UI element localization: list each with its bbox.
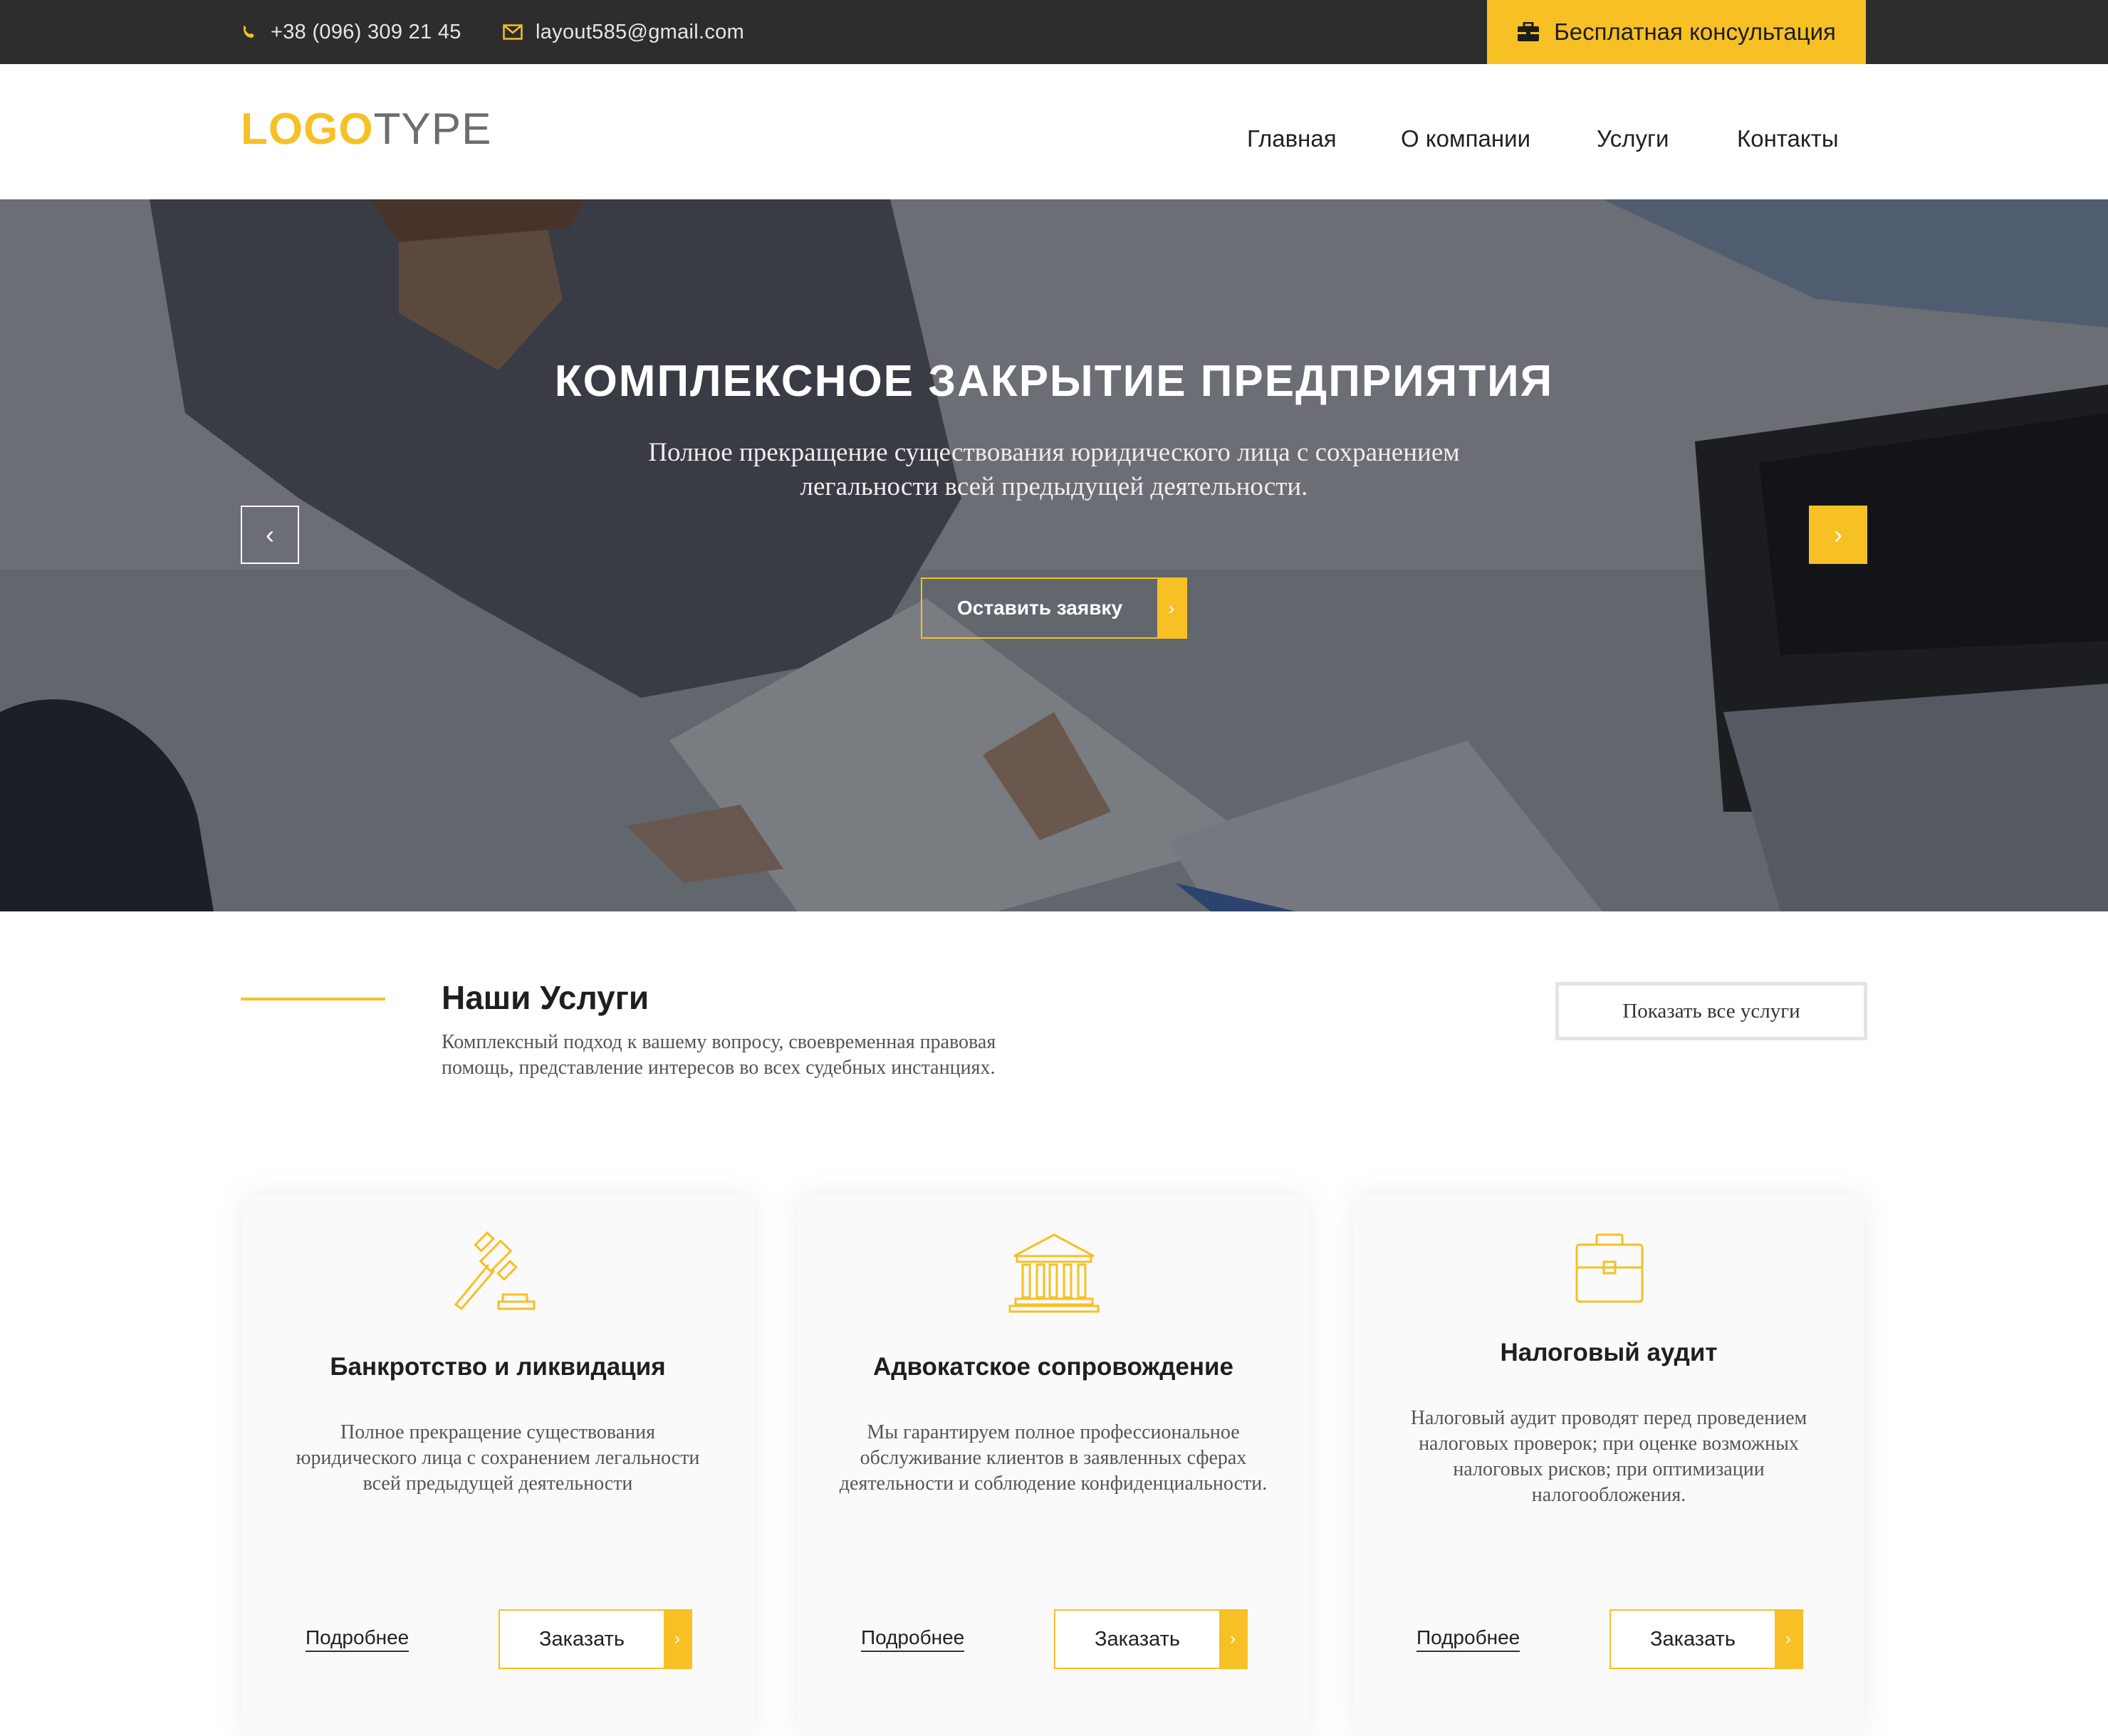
- nav-services[interactable]: Услуги: [1597, 125, 1669, 152]
- card-title: Адвокатское сопровождение: [872, 1353, 1233, 1381]
- card-text: Полное прекращение существования юридиче…: [296, 1421, 700, 1495]
- chevron-right-icon: ›: [1775, 1611, 1802, 1668]
- phone-contact[interactable]: +38 (096) 309 21 45: [241, 0, 461, 64]
- logo-part-logo: LOGO: [241, 105, 374, 154]
- chevron-right-icon: ›: [664, 1611, 691, 1668]
- order-label: Заказать: [539, 1627, 625, 1651]
- briefcase-icon: [1518, 22, 1540, 41]
- service-card-bankruptcy: Банкротство и ликвидация Полное прекраще…: [242, 1195, 753, 1736]
- free-consultation-label: Бесплатная консультация: [1554, 19, 1836, 45]
- leave-request-label: Оставить заявку: [956, 597, 1123, 619]
- hero-overlay: [0, 199, 2108, 911]
- services-title: Наши Услуги: [442, 979, 649, 1016]
- site-header: LOGOTYPE Главная О компании Услуги Конта…: [0, 64, 2108, 199]
- more-link[interactable]: Подробнее: [861, 1626, 965, 1652]
- logo[interactable]: LOGOTYPE: [241, 104, 492, 155]
- service-card-tax-audit: Налоговый аудит Налоговый аудит проводят…: [1353, 1195, 1864, 1736]
- logo-part-type: TYPE: [373, 105, 492, 154]
- show-all-services-button[interactable]: Показать все услуги: [1555, 982, 1867, 1040]
- card-text: Мы гарантируем полное профессиональное о…: [839, 1421, 1268, 1495]
- card-title: Банкротство и ликвидация: [330, 1353, 666, 1381]
- nav-contacts[interactable]: Контакты: [1737, 125, 1839, 152]
- envelope-icon: [503, 24, 523, 40]
- leave-request-button[interactable]: Оставить заявку ›: [921, 577, 1187, 639]
- slider-next-button[interactable]: ›: [1809, 506, 1867, 564]
- order-label: Заказать: [1650, 1627, 1736, 1651]
- order-label: Заказать: [1095, 1627, 1180, 1651]
- top-bar: +38 (096) 309 21 45 layout585@gmail.com …: [0, 0, 2108, 64]
- card-title: Налоговый аудит: [1500, 1339, 1718, 1366]
- hero-title: КОМПЛЕКСНОЕ ЗАКРЫТИЕ ПРЕДПРИЯТИЯ: [554, 357, 1554, 406]
- phone-number: +38 (096) 309 21 45: [271, 20, 461, 43]
- more-link[interactable]: Подробнее: [306, 1626, 409, 1652]
- phone-icon: [244, 26, 254, 38]
- email-address: layout585@gmail.com: [536, 20, 745, 43]
- order-button[interactable]: Заказать ›: [1054, 1609, 1248, 1669]
- nav-about[interactable]: О компании: [1401, 125, 1530, 152]
- chevron-right-icon: ›: [1834, 520, 1842, 549]
- chevron-right-icon: ›: [1219, 1611, 1246, 1668]
- card-text: Налоговый аудит проводят перед проведени…: [1410, 1407, 1807, 1506]
- chevron-right-icon: ›: [1157, 579, 1186, 637]
- nav-home[interactable]: Главная: [1247, 125, 1337, 152]
- chevron-left-icon: ‹: [266, 520, 274, 549]
- gavel-icon: [454, 1231, 536, 1311]
- briefcase-icon: [1575, 1233, 1644, 1303]
- hero-slider: КОМПЛЕКСНОЕ ЗАКРЫТИЕ ПРЕДПРИЯТИЯ Полное …: [0, 199, 2108, 911]
- more-link[interactable]: Подробнее: [1416, 1626, 1520, 1652]
- courthouse-icon: [1008, 1233, 1100, 1313]
- order-button[interactable]: Заказать ›: [1609, 1609, 1803, 1669]
- services-description: Комплексный подход к вашему вопросу, сво…: [442, 1031, 996, 1079]
- order-button[interactable]: Заказать ›: [499, 1609, 692, 1669]
- service-card-advocacy: Адвокатское сопровождение Мы гарантируем…: [798, 1195, 1309, 1736]
- email-contact[interactable]: layout585@gmail.com: [503, 0, 744, 64]
- section-accent-line: [241, 998, 385, 1000]
- free-consultation-button[interactable]: Бесплатная консультация: [1487, 0, 1866, 64]
- slider-prev-button[interactable]: ‹: [241, 506, 299, 564]
- hero-text: Полное прекращение существования юридиче…: [648, 438, 1460, 501]
